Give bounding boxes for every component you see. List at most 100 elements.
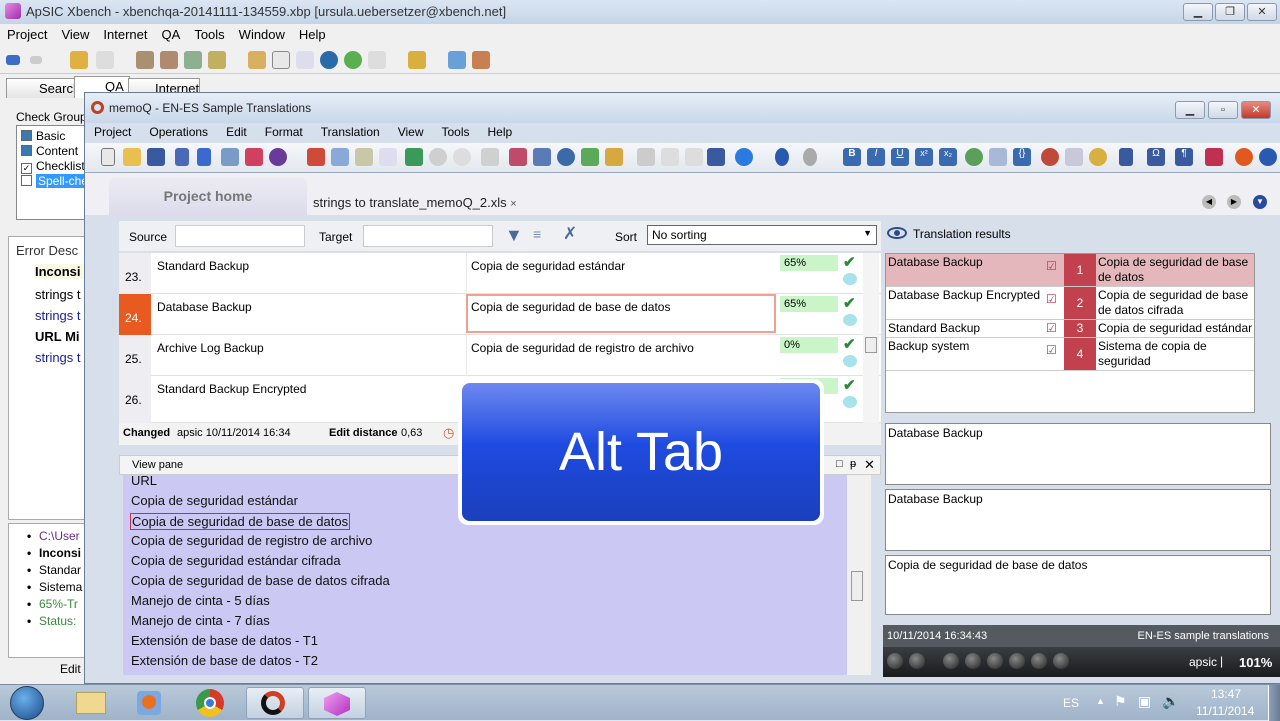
comment-icon[interactable] bbox=[843, 396, 857, 408]
network-icon[interactable]: ▣ bbox=[1138, 693, 1151, 710]
comment-icon[interactable] bbox=[843, 314, 857, 326]
language-indicator[interactable]: ES bbox=[1063, 696, 1079, 710]
scrollbar-thumb[interactable] bbox=[865, 337, 877, 353]
memoq-menu-format[interactable]: Format bbox=[256, 123, 312, 139]
xbench-menu-internet[interactable]: Internet bbox=[96, 24, 154, 42]
error-group[interactable]: URL Mi bbox=[35, 329, 80, 344]
xbench-restore-button[interactable]: ❐ bbox=[1215, 3, 1245, 21]
checkbox[interactable] bbox=[21, 145, 32, 156]
save-icon[interactable] bbox=[147, 148, 165, 166]
taskbar-xbench[interactable] bbox=[308, 687, 366, 719]
add-term-icon[interactable] bbox=[581, 148, 599, 166]
sort-select[interactable]: No sorting ▼ bbox=[647, 225, 877, 245]
taskbar-memoq[interactable] bbox=[246, 687, 304, 719]
search-icon[interactable] bbox=[557, 148, 575, 166]
comment-icon[interactable] bbox=[843, 273, 857, 285]
taskbar-media-player[interactable] bbox=[120, 687, 178, 719]
forward-icon[interactable] bbox=[30, 56, 42, 64]
search-globe-icon[interactable] bbox=[320, 51, 338, 69]
check-group-checklist[interactable]: ✓ Checklist bbox=[21, 159, 85, 174]
check-group-basic[interactable]: Basic bbox=[21, 129, 65, 143]
underline-icon[interactable]: U bbox=[891, 148, 909, 166]
table-row[interactable]: 25. Archive Log Backup Copia de segurida… bbox=[119, 335, 881, 376]
superscript-icon[interactable]: x² bbox=[915, 148, 933, 166]
omega-icon[interactable]: Ω bbox=[1147, 148, 1165, 166]
monitor-icon[interactable] bbox=[481, 148, 499, 166]
open-folder-icon[interactable] bbox=[70, 51, 88, 69]
zoom-level[interactable]: 101% bbox=[1239, 655, 1272, 670]
scrollbar-thumb[interactable] bbox=[851, 571, 863, 601]
checkbox[interactable] bbox=[21, 175, 32, 186]
search-doc-icon[interactable] bbox=[296, 51, 314, 69]
xbench-menu-qa[interactable]: QA bbox=[155, 24, 188, 42]
next-tab-icon[interactable]: ▶ bbox=[1227, 195, 1241, 209]
target-filter-input[interactable] bbox=[363, 225, 493, 247]
pin-icon[interactable]: ᵽ bbox=[850, 458, 856, 470]
error-item[interactable]: strings t bbox=[35, 287, 81, 302]
copy-icon[interactable] bbox=[248, 51, 266, 69]
show-desktop-button[interactable] bbox=[1268, 685, 1280, 721]
checkbox-checked[interactable]: ✓ bbox=[21, 163, 32, 174]
result-item[interactable]: Backup system ☑ 4 Sistema de copia de se… bbox=[886, 338, 1254, 371]
doc-icon[interactable] bbox=[96, 51, 114, 69]
memoq-menu-view[interactable]: View bbox=[389, 123, 433, 139]
bold-icon[interactable]: B bbox=[843, 148, 861, 166]
checklist-icon[interactable] bbox=[368, 51, 386, 69]
status-button-icon[interactable] bbox=[943, 653, 959, 669]
previous-tab-icon[interactable]: ◀ bbox=[1202, 195, 1216, 209]
memoq-menu-edit[interactable]: Edit bbox=[217, 123, 256, 139]
segments-icon[interactable] bbox=[175, 148, 189, 166]
braces-icon[interactable]: {} bbox=[1013, 148, 1031, 166]
tree-icon[interactable] bbox=[448, 51, 466, 69]
memoq-menu-translation[interactable]: Translation bbox=[312, 123, 389, 139]
tag-icon[interactable] bbox=[965, 148, 983, 166]
float-icon[interactable]: □ bbox=[836, 458, 843, 470]
status-button-icon[interactable] bbox=[965, 653, 981, 669]
status-button-icon[interactable] bbox=[987, 653, 1003, 669]
memoq-menu-operations[interactable]: Operations bbox=[140, 123, 217, 139]
spell-icon[interactable] bbox=[1205, 148, 1223, 166]
close-pane-icon[interactable]: ✕ bbox=[864, 457, 875, 473]
qa-check-icon[interactable] bbox=[344, 51, 362, 69]
action-center-flag-icon[interactable]: ⚑ bbox=[1114, 693, 1127, 710]
preview-icon[interactable] bbox=[379, 148, 397, 166]
settings-icon[interactable] bbox=[453, 148, 471, 166]
sort-icon[interactable] bbox=[197, 148, 211, 166]
xbench-menu-project[interactable]: Project bbox=[0, 24, 54, 42]
import-icon[interactable] bbox=[245, 148, 263, 166]
undo-icon[interactable] bbox=[775, 148, 789, 166]
sync-icon[interactable] bbox=[429, 148, 447, 166]
clock-time[interactable]: 13:47 bbox=[1211, 687, 1241, 701]
show-hidden-icons[interactable]: ▲ bbox=[1096, 696, 1105, 706]
clock-date[interactable]: 11/11/2014 bbox=[1196, 704, 1254, 718]
result-item-selected[interactable]: Database Backup ☑ 1 Copia de seguridad d… bbox=[886, 254, 1254, 287]
memoq-menu-tools[interactable]: Tools bbox=[432, 123, 478, 139]
autocorrect-icon[interactable] bbox=[1235, 148, 1253, 166]
comment-icon[interactable] bbox=[843, 355, 857, 367]
start-button[interactable] bbox=[10, 686, 44, 720]
volume-icon[interactable]: 🔊 bbox=[1162, 693, 1179, 710]
copy-doc-icon[interactable] bbox=[331, 148, 349, 166]
table-row-active[interactable]: 24. Database Backup Copia de seguridad d… bbox=[119, 294, 881, 335]
qa-settings-icon[interactable] bbox=[136, 51, 154, 69]
tools-icon[interactable] bbox=[160, 51, 178, 69]
xbench-menu-help[interactable]: Help bbox=[292, 24, 333, 42]
user-icon[interactable] bbox=[472, 51, 490, 69]
copy-icon[interactable] bbox=[661, 148, 679, 166]
split-icon[interactable] bbox=[1065, 148, 1083, 166]
filter-icon[interactable]: ▼ bbox=[505, 225, 523, 246]
refresh-icon[interactable] bbox=[184, 51, 202, 69]
xbench-minimize-button[interactable]: ▁ bbox=[1183, 3, 1213, 21]
subscript-icon[interactable]: x₂ bbox=[939, 148, 957, 166]
clear-filter-icon[interactable]: ✗ bbox=[563, 224, 577, 244]
grid-scrollbar[interactable] bbox=[863, 253, 879, 423]
tab-document[interactable]: strings to translate_memoQ_2.xls × bbox=[313, 195, 517, 215]
back-icon[interactable] bbox=[6, 55, 20, 65]
info-icon[interactable] bbox=[735, 148, 753, 166]
pilcrow-icon[interactable]: ¶ bbox=[1175, 148, 1193, 166]
bug-icon[interactable] bbox=[1041, 148, 1059, 166]
xbench-menu-tools[interactable]: Tools bbox=[187, 24, 231, 42]
tab-close-icon[interactable]: × bbox=[510, 198, 516, 210]
export-icon[interactable] bbox=[405, 148, 423, 166]
memoq-menu-help[interactable]: Help bbox=[479, 123, 522, 139]
